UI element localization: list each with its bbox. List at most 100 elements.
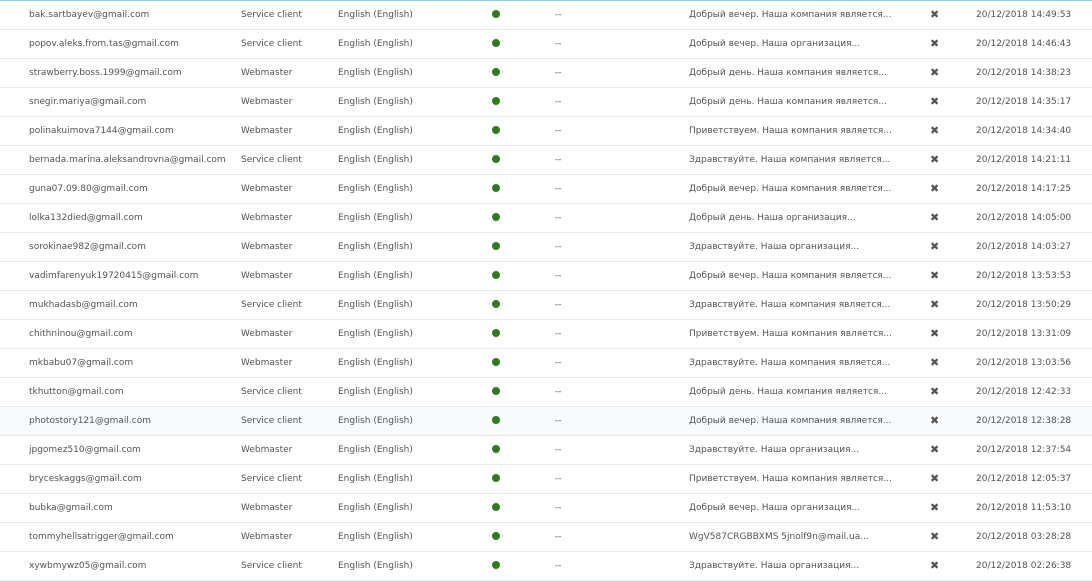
message-preview[interactable]: Добрый день. Наша организация...	[689, 204, 894, 232]
date-label: 20/12/2018 14:35:17	[976, 97, 1072, 107]
message-preview[interactable]: Приветствуем. Наша компания является...	[689, 117, 894, 145]
table-row[interactable]: popov.aleks.from.tas@gmail.com Service cl…	[0, 30, 1092, 59]
close-icon[interactable]: ✖	[930, 88, 942, 116]
close-icon[interactable]: ✖	[930, 436, 942, 464]
table-row[interactable]: sorokinae982@gmail.com Webmaster English (…	[0, 233, 1092, 262]
close-icon[interactable]: ✖	[930, 117, 942, 145]
email-link[interactable]: vadimfarenyuk19720415@gmail.com	[29, 262, 234, 290]
close-icon[interactable]: ✖	[930, 349, 942, 377]
table-row[interactable]: xywbmywz05@gmail.com Service client Englis…	[0, 552, 1092, 581]
message-preview[interactable]: Приветствуем. Наша компания является...	[689, 465, 894, 493]
email-link[interactable]: mukhadasb@gmail.com	[29, 291, 234, 319]
date-label: 20/12/2018 14:49:53	[976, 10, 1072, 20]
table-row[interactable]: bryceskaggs@gmail.com Service client Engli…	[0, 465, 1092, 494]
table-row[interactable]: bak.sartbayev@gmail.com Service client Eng…	[0, 1, 1092, 30]
message-preview[interactable]: Добрый вечер. Наша компания является...	[689, 407, 894, 435]
table-row[interactable]: snegir.mariya@gmail.com Webmaster English …	[0, 88, 1092, 117]
email-link[interactable]: popov.aleks.from.tas@gmail.com	[29, 30, 234, 58]
message-preview[interactable]: Здравствуйте. Наша организация...	[689, 552, 894, 580]
email-link[interactable]: snegir.mariya@gmail.com	[29, 88, 234, 116]
table-row[interactable]: photostory121@gmail.com Service client Eng…	[0, 407, 1092, 436]
message-preview[interactable]: Добрый день. Наша компания является...	[689, 59, 894, 87]
date-label: 20/12/2018 12:37:54	[976, 445, 1072, 455]
table-row[interactable]: bubka@gmail.com Webmaster English (English…	[0, 494, 1092, 523]
email-link[interactable]: bernada.marina.aleksandrovna@gmail.com	[29, 146, 234, 174]
message-preview[interactable]: Добрый вечер. Наша компания является...	[689, 1, 894, 29]
close-icon[interactable]: ✖	[930, 262, 942, 290]
close-icon[interactable]: ✖	[930, 146, 942, 174]
language-label: English (English)	[338, 213, 413, 223]
role-label: Webmaster	[241, 126, 293, 136]
close-icon[interactable]: ✖	[930, 30, 942, 58]
empty-value: --	[555, 387, 562, 397]
date-label: 20/12/2018 13:50:29	[976, 300, 1072, 310]
role-label: Webmaster	[241, 184, 293, 194]
message-preview[interactable]: WgV587CRGBBXMS 5jnolf9n@mail.ua...	[689, 523, 894, 551]
close-icon[interactable]: ✖	[930, 494, 942, 522]
message-preview[interactable]: Добрый вечер. Наша организация...	[689, 494, 894, 522]
table-row[interactable]: lolka132died@gmail.com Webmaster English (…	[0, 204, 1092, 233]
role-label: Service client	[241, 10, 302, 20]
message-preview[interactable]: Здравствуйте. Наша компания является...	[689, 291, 894, 319]
close-icon[interactable]: ✖	[930, 378, 942, 406]
close-icon[interactable]: ✖	[930, 1, 942, 29]
close-icon[interactable]: ✖	[930, 465, 942, 493]
email-link[interactable]: bubka@gmail.com	[29, 494, 234, 522]
email-link[interactable]: strawberry.boss.1999@gmail.com	[29, 59, 234, 87]
close-icon[interactable]: ✖	[930, 407, 942, 435]
messages-table: bak.sartbayev@gmail.com Service client Eng…	[0, 0, 1092, 581]
table-row[interactable]: chithninou@gmail.com Webmaster English (En…	[0, 320, 1092, 349]
table-row[interactable]: jpgomez510@gmail.com Webmaster English (En…	[0, 436, 1092, 465]
message-preview[interactable]: Здравствуйте. Наша компания является...	[689, 146, 894, 174]
email-link[interactable]: tommyhellsatrigger@gmail.com	[29, 523, 234, 551]
empty-value: --	[555, 474, 562, 484]
message-preview[interactable]: Здравствуйте. Наша организация...	[689, 436, 894, 464]
email-link[interactable]: tkhutton@gmail.com	[29, 378, 234, 406]
email-link[interactable]: mkbabu07@gmail.com	[29, 349, 234, 377]
message-preview[interactable]: Добрый день. Наша компания является...	[689, 378, 894, 406]
table-row[interactable]: vadimfarenyuk19720415@gmail.com Webmaster…	[0, 262, 1092, 291]
message-preview[interactable]: Приветствуем. Наша компания является...	[689, 320, 894, 348]
close-icon[interactable]: ✖	[930, 320, 942, 348]
message-preview[interactable]: Здравствуйте. Наша организация...	[689, 233, 894, 261]
close-icon[interactable]: ✖	[930, 523, 942, 551]
message-preview[interactable]: Здравствуйте. Наша компания является...	[689, 349, 894, 377]
email-link[interactable]: chithninou@gmail.com	[29, 320, 234, 348]
role-label: Service client	[241, 561, 302, 571]
language-label: English (English)	[338, 561, 413, 571]
close-icon[interactable]: ✖	[930, 204, 942, 232]
status-dot-icon	[492, 378, 504, 406]
close-icon[interactable]: ✖	[930, 552, 942, 580]
email-link[interactable]: bryceskaggs@gmail.com	[29, 465, 234, 493]
role-label: Service client	[241, 387, 302, 397]
table-row[interactable]: mukhadasb@gmail.com Service client English…	[0, 291, 1092, 320]
email-link[interactable]: bak.sartbayev@gmail.com	[29, 1, 234, 29]
table-row[interactable]: bernada.marina.aleksandrovna@gmail.com Se…	[0, 146, 1092, 175]
table-row[interactable]: strawberry.boss.1999@gmail.com Webmaster E…	[0, 59, 1092, 88]
table-row[interactable]: tkhutton@gmail.com Service client English …	[0, 378, 1092, 407]
close-icon[interactable]: ✖	[930, 59, 942, 87]
close-icon[interactable]: ✖	[930, 233, 942, 261]
table-row[interactable]: guna07.09.80@gmail.com Webmaster English (…	[0, 175, 1092, 204]
email-link[interactable]: sorokinae982@gmail.com	[29, 233, 234, 261]
date-label: 20/12/2018 14:38:23	[976, 68, 1072, 78]
email-link[interactable]: lolka132died@gmail.com	[29, 204, 234, 232]
table-row[interactable]: tommyhellsatrigger@gmail.com Webmaster Eng…	[0, 523, 1092, 552]
date-label: 20/12/2018 13:53:53	[976, 271, 1072, 281]
email-link[interactable]: photostory121@gmail.com	[29, 407, 234, 435]
email-link[interactable]: polinakuimova7144@gmail.com	[29, 117, 234, 145]
date-label: 20/12/2018 12:05:37	[976, 474, 1072, 484]
table-row[interactable]: polinakuimova7144@gmail.com Webmaster Engl…	[0, 117, 1092, 146]
close-icon[interactable]: ✖	[930, 291, 942, 319]
message-preview[interactable]: Добрый день. Наша компания является...	[689, 88, 894, 116]
message-preview[interactable]: Добрый вечер. Наша компания является...	[689, 262, 894, 290]
table-row[interactable]: mkbabu07@gmail.com Webmaster English (Engl…	[0, 349, 1092, 378]
message-preview[interactable]: Добрый вечер. Наша организация...	[689, 30, 894, 58]
email-link[interactable]: xywbmywz05@gmail.com	[29, 552, 234, 580]
message-preview[interactable]: Добрый вечер. Наша компания является...	[689, 175, 894, 203]
date-label: 20/12/2018 02:26:38	[976, 561, 1072, 571]
language-label: English (English)	[338, 242, 413, 252]
close-icon[interactable]: ✖	[930, 175, 942, 203]
email-link[interactable]: guna07.09.80@gmail.com	[29, 175, 234, 203]
email-link[interactable]: jpgomez510@gmail.com	[29, 436, 234, 464]
